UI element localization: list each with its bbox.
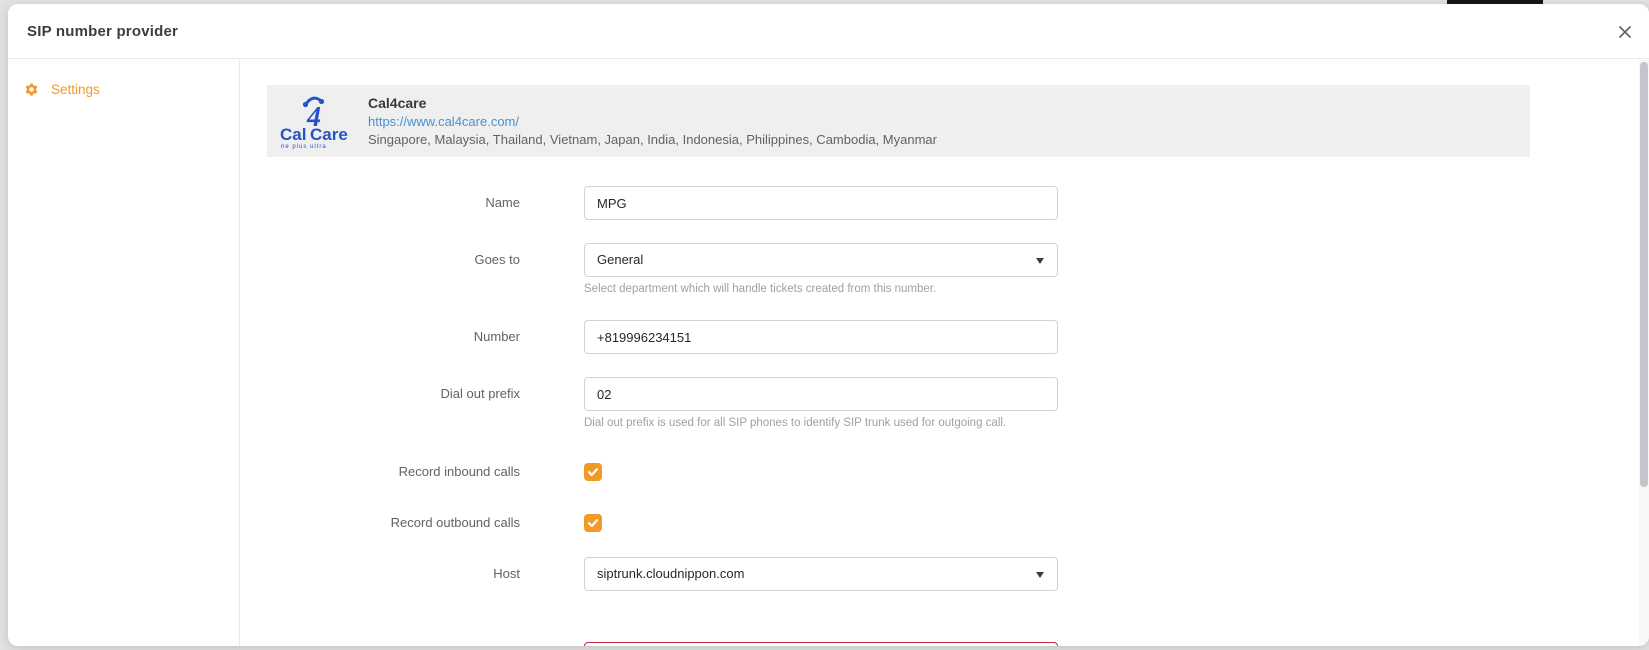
dialog-header: SIP number provider [8,4,1649,59]
host-selected-value: siptrunk.cloudnippon.com [585,558,1057,590]
page-title: SIP number provider [27,4,178,59]
check-icon [587,517,599,529]
sidebar-item-settings[interactable]: Settings [8,82,239,97]
scrollbar[interactable] [1639,60,1649,646]
svg-text:ne plus ultra: ne plus ultra [281,144,327,150]
provider-card: 4 Cal Care ne plus ultra Cal4care https:… [267,85,1530,157]
number-input[interactable] [584,320,1058,354]
form-row-dial-out-prefix: Dial out prefix [241,377,1341,411]
form-row-goes-to: Goes to General [241,243,1341,277]
svg-text:Cal: Cal [280,125,306,144]
sidebar: Settings [8,60,240,646]
goes-to-select[interactable]: General [584,243,1058,277]
close-button[interactable] [1611,18,1639,46]
form-row-number: Number [241,320,1341,354]
record-outbound-calls-label: Record outbound calls [241,514,520,532]
name-input[interactable] [584,186,1058,220]
form-row-host: Host siptrunk.cloudnippon.com [241,557,1341,591]
form-row-record-outbound-calls: Record outbound calls [241,514,1341,532]
record-inbound-calls-checkbox[interactable] [584,463,602,481]
provider-countries: Singapore, Malaysia, Thailand, Vietnam, … [368,132,937,147]
sip-number-provider-dialog: SIP number provider Settings 4 Cal Care [8,4,1649,646]
goes-to-selected-value: General [585,244,1057,276]
error-field-input[interactable] [584,642,1058,646]
goes-to-helper-text: Select department which will handle tick… [584,283,1204,295]
check-icon [587,466,599,478]
close-icon [1617,24,1633,40]
name-label: Name [241,186,520,220]
sidebar-item-label: Settings [51,82,100,97]
chevron-down-icon [1036,258,1044,264]
scrollbar-thumb[interactable] [1640,62,1648,487]
provider-name: Cal4care [368,95,937,111]
goes-to-label: Goes to [241,243,520,277]
gear-icon [24,82,39,97]
dial-out-prefix-helper-text: Dial out prefix is used for all SIP phon… [584,417,1204,429]
chevron-down-icon [1036,572,1044,578]
provider-url-link[interactable]: https://www.cal4care.com/ [368,114,937,129]
host-label: Host [241,557,520,591]
record-inbound-calls-label: Record inbound calls [241,463,520,481]
number-label: Number [241,320,520,354]
settings-panel: 4 Cal Care ne plus ultra Cal4care https:… [241,60,1639,646]
cal4care-logo-icon: 4 Cal Care ne plus ultra [278,92,354,150]
form-row-name: Name [241,186,1341,220]
dial-out-prefix-input[interactable] [584,377,1058,411]
svg-text:Care: Care [310,125,348,144]
provider-info: Cal4care https://www.cal4care.com/ Singa… [368,95,937,147]
form-row-record-inbound-calls: Record inbound calls [241,463,1341,481]
dial-out-prefix-label: Dial out prefix [241,377,520,411]
form-row-clipped-error-field [241,642,1341,646]
host-select[interactable]: siptrunk.cloudnippon.com [584,557,1058,591]
record-outbound-calls-checkbox[interactable] [584,514,602,532]
